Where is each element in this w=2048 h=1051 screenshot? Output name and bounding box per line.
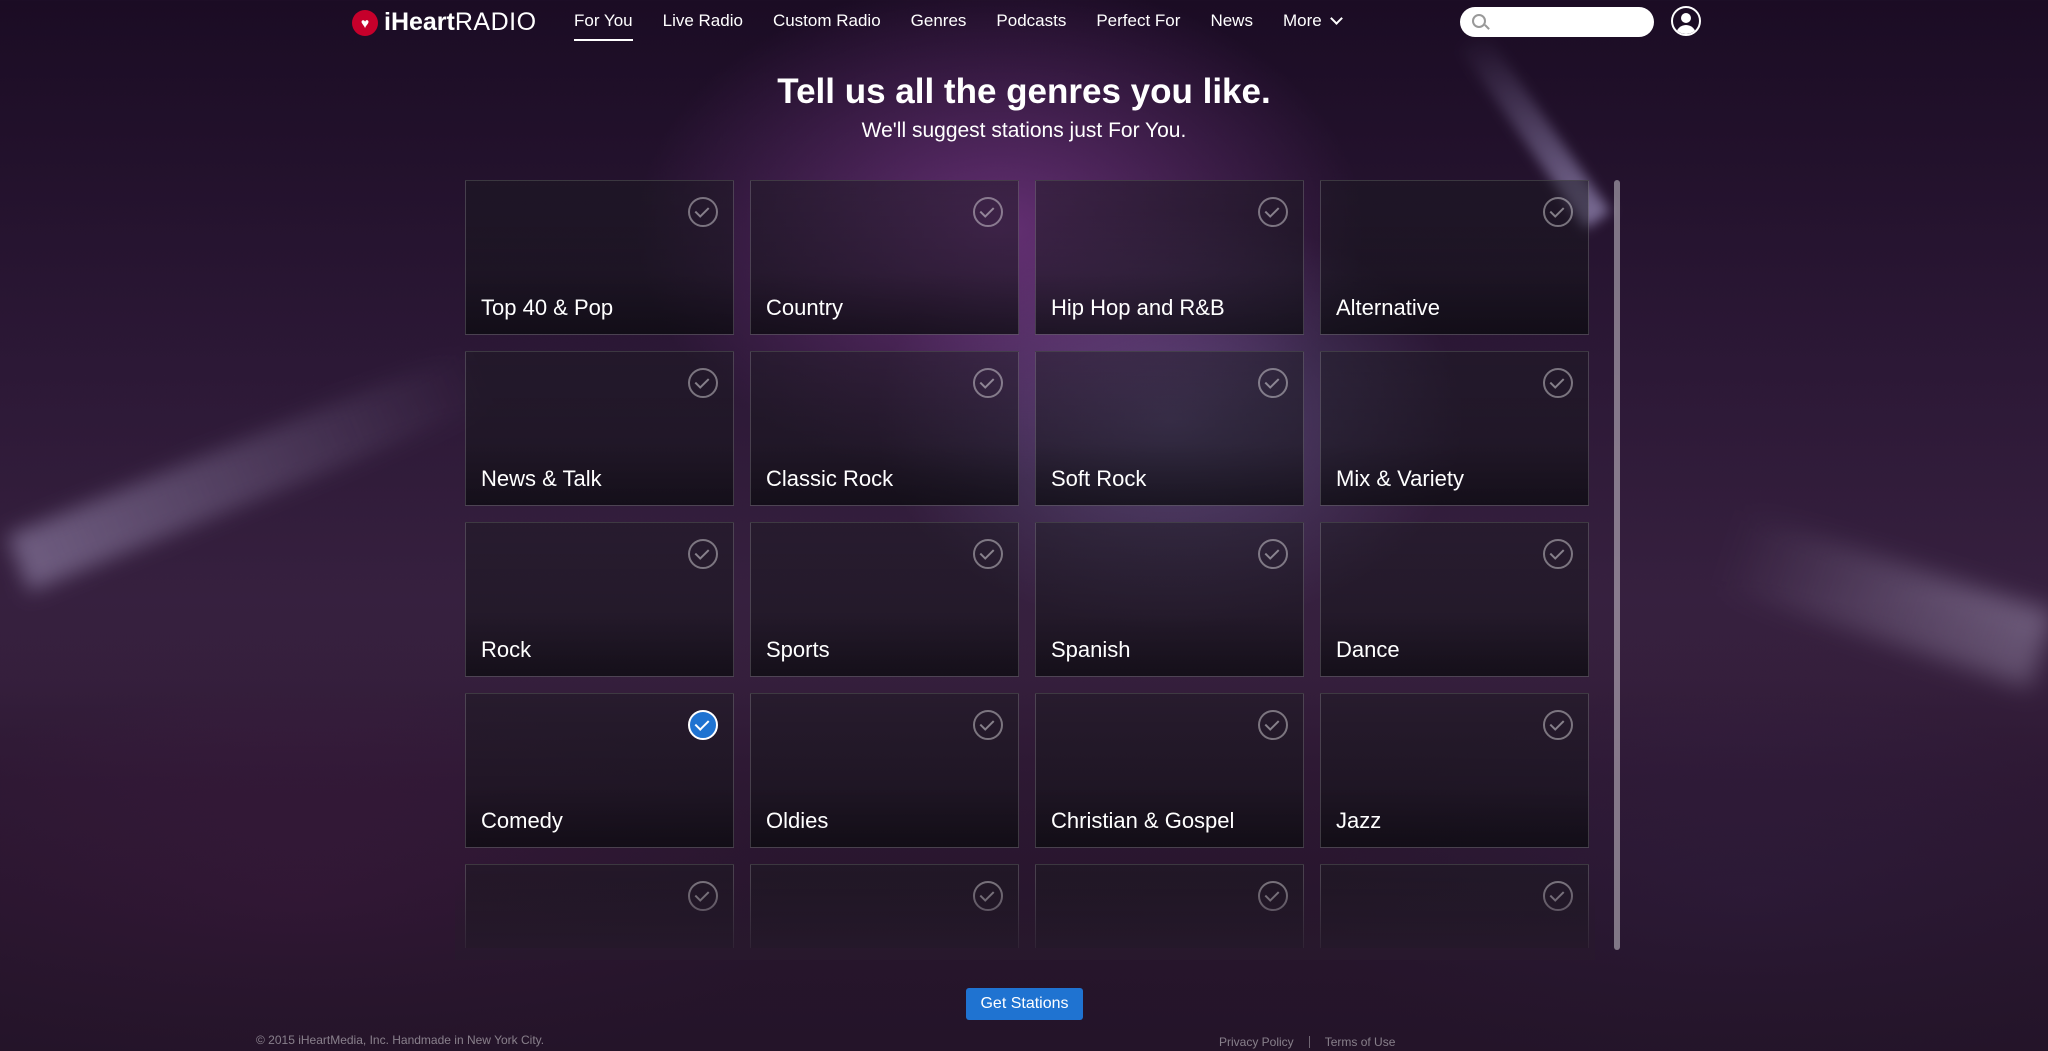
user-avatar-icon[interactable] <box>1671 6 1701 36</box>
checkmark-icon[interactable] <box>688 710 718 740</box>
nav-item-perfect-for[interactable]: Perfect For <box>1096 11 1180 41</box>
nav-item-label: Custom Radio <box>772 11 881 30</box>
nav-item-news[interactable]: News <box>1210 11 1253 41</box>
checkmark-icon[interactable] <box>973 710 1003 740</box>
checkmark-icon[interactable] <box>1543 368 1573 398</box>
checkmark-icon[interactable] <box>688 197 718 227</box>
nav-item-for-you[interactable]: For You <box>574 11 633 41</box>
genre-tile[interactable]: Oldies <box>750 693 1019 848</box>
nav-links: For You Live Radio Custom Radio Genres Podca… <box>574 11 1371 41</box>
footer-links: Privacy Policy Terms of Use <box>1219 1035 1395 1049</box>
checkmark-icon[interactable] <box>1258 368 1288 398</box>
privacy-policy-link[interactable]: Privacy Policy <box>1219 1035 1294 1049</box>
nav-item-label: More <box>1282 11 1322 30</box>
page-subtitle: We'll suggest stations just For You. <box>861 119 1187 142</box>
iheartradio-logo[interactable]: ♥ iHeartRADIO <box>352 8 537 37</box>
checkmark-icon[interactable] <box>1543 881 1573 911</box>
genre-tile[interactable]: Soft Rock <box>1035 351 1304 506</box>
nav-item-genres[interactable]: Genres <box>911 11 967 41</box>
checkmark-icon[interactable] <box>688 368 718 398</box>
checkmark-icon[interactable] <box>973 197 1003 227</box>
checkmark-icon[interactable] <box>1258 539 1288 569</box>
nav-item-more[interactable]: More <box>1282 11 1343 41</box>
checkmark-icon[interactable] <box>1543 710 1573 740</box>
genre-tile[interactable] <box>1035 864 1304 948</box>
logo-text: iHeartRADIO <box>384 8 537 36</box>
genre-label: Soft Rock <box>1051 466 1147 491</box>
nav-item-label: Live Radio <box>662 11 743 30</box>
genre-tile[interactable]: Alternative <box>1320 180 1589 335</box>
genre-label: Hip Hop and R&B <box>1051 295 1225 320</box>
genre-label: Mix & Variety <box>1336 466 1464 491</box>
nav-item-label: News <box>1210 11 1253 30</box>
heart-logo-icon: ♥ <box>352 9 378 36</box>
genre-label: Spanish <box>1051 637 1131 662</box>
genre-tile[interactable]: News & Talk <box>465 351 734 506</box>
page-title: Tell us all the genres you like. <box>777 72 1271 111</box>
checkmark-icon[interactable] <box>1258 197 1288 227</box>
genre-tile[interactable]: Sports <box>750 522 1019 677</box>
genre-tile[interactable]: Spanish <box>1035 522 1304 677</box>
checkmark-icon[interactable] <box>1543 539 1573 569</box>
terms-of-use-link[interactable]: Terms of Use <box>1325 1035 1396 1049</box>
checkmark-icon[interactable] <box>973 881 1003 911</box>
genre-tile[interactable]: Comedy <box>465 693 734 848</box>
genre-tile[interactable] <box>1320 864 1589 948</box>
genre-label: Dance <box>1336 637 1400 662</box>
genre-label: Oldies <box>766 808 829 833</box>
genre-tile[interactable]: Country <box>750 180 1019 335</box>
genre-tile[interactable]: Mix & Variety <box>1320 351 1589 506</box>
footer-divider <box>1308 1036 1310 1048</box>
genre-grid: Top 40 & Pop Country Hip Hop and R&B Altern… <box>465 180 1590 948</box>
genre-label: Comedy <box>481 808 563 833</box>
genre-tile[interactable]: Jazz <box>1320 693 1589 848</box>
checkmark-icon[interactable] <box>973 539 1003 569</box>
nav-item-label: For You <box>574 11 633 30</box>
checkmark-icon[interactable] <box>973 368 1003 398</box>
scrollbar-thumb[interactable] <box>1614 180 1620 950</box>
genre-tile[interactable]: Christian & Gospel <box>1035 693 1304 848</box>
checkmark-icon[interactable] <box>688 881 718 911</box>
nav-item-podcasts[interactable]: Podcasts <box>996 11 1066 41</box>
copyright-text: © 2015 iHeartMedia, Inc. Handmade in New… <box>256 1033 545 1047</box>
checkmark-icon[interactable] <box>688 539 718 569</box>
nav-item-live-radio[interactable]: Live Radio <box>663 11 743 41</box>
stage-light <box>6 348 494 592</box>
genre-tile[interactable]: Hip Hop and R&B <box>1035 180 1304 335</box>
genre-label: Top 40 & Pop <box>481 295 614 320</box>
genre-label: Rock <box>481 637 532 662</box>
nav-item-label: Genres <box>910 11 967 30</box>
genre-label: Classic Rock <box>766 466 894 491</box>
genre-tile[interactable]: Classic Rock <box>750 351 1019 506</box>
genre-label: Sports <box>766 637 830 662</box>
genre-tile[interactable]: Dance <box>1320 522 1589 677</box>
genre-tile[interactable]: Rock <box>465 522 734 677</box>
checkmark-icon[interactable] <box>1543 197 1573 227</box>
chevron-down-icon <box>1329 12 1343 25</box>
nav-item-custom-radio[interactable]: Custom Radio <box>773 11 881 41</box>
search-input[interactable] <box>1460 7 1654 37</box>
nav-item-label: Podcasts <box>996 11 1067 30</box>
genre-tile[interactable] <box>465 864 734 948</box>
genre-label: Alternative <box>1336 295 1440 320</box>
get-stations-button[interactable]: Get Stations <box>966 988 1083 1020</box>
genre-tile[interactable] <box>750 864 1019 948</box>
nav-item-label: Perfect For <box>1096 11 1181 30</box>
genre-label: Jazz <box>1336 808 1382 833</box>
genre-label: Christian & Gospel <box>1051 808 1235 833</box>
genre-label: Country <box>766 295 844 320</box>
genre-label: News & Talk <box>481 466 602 491</box>
checkmark-icon[interactable] <box>1258 881 1288 911</box>
checkmark-icon[interactable] <box>1258 710 1288 740</box>
genre-grid-viewport: Top 40 & Pop Country Hip Hop and R&B Altern… <box>465 180 1590 948</box>
genre-tile[interactable]: Top 40 & Pop <box>465 180 734 335</box>
search-icon <box>1472 14 1486 28</box>
top-nav: ♥ iHeartRADIO For You Live Radio Custom Ra… <box>0 0 2048 46</box>
